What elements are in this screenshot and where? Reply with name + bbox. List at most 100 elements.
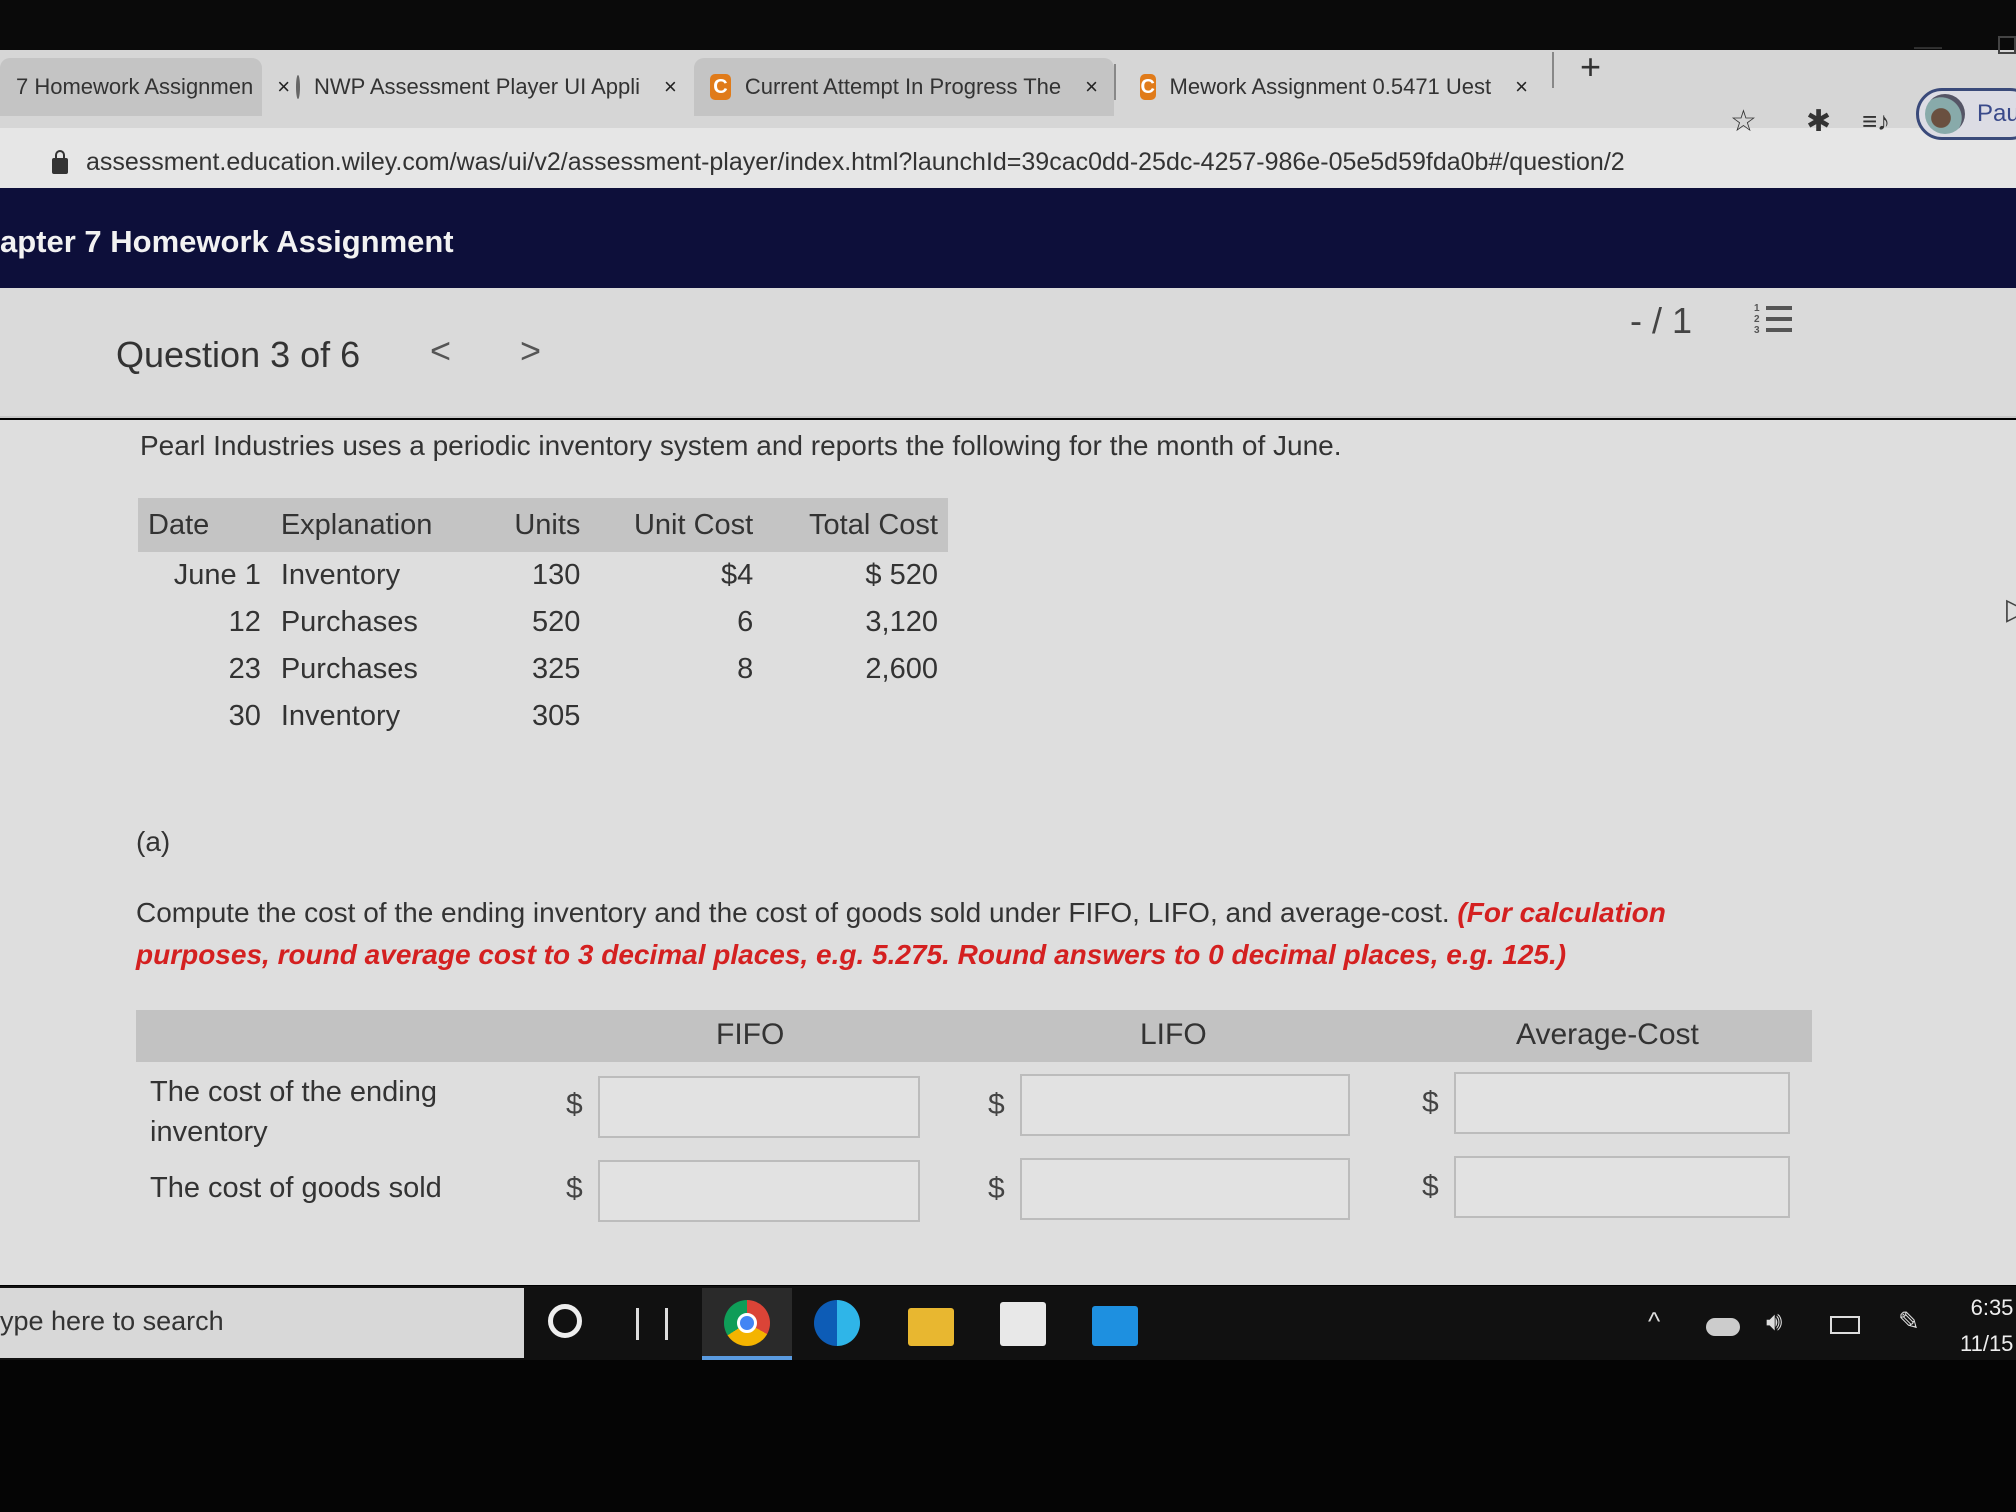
cell-total-cost: 2,600	[865, 653, 938, 685]
currency-symbol: $	[988, 1172, 1005, 1205]
col-header-lifo: LIFO	[1140, 1018, 1207, 1051]
question-list-icon[interactable]: 1 2 3	[1754, 302, 1792, 336]
lifo-ending-inventory-input[interactable]	[1020, 1074, 1350, 1136]
screen-bezel	[0, 1360, 2016, 1512]
table-header-row: Date Explanation Units Unit Cost Total C…	[138, 498, 948, 552]
table-row: June 1 Inventory 130 $4 $ 520	[138, 552, 948, 599]
profile-button[interactable]: Paus	[1916, 88, 2016, 140]
new-tab-button[interactable]: +	[1580, 46, 1601, 88]
close-icon[interactable]: ×	[664, 74, 677, 100]
cell-units: 305	[532, 700, 581, 732]
currency-symbol: $	[988, 1088, 1005, 1121]
tab-separator	[1552, 52, 1554, 88]
search-placeholder: ype here to search	[0, 1306, 224, 1336]
restore-button[interactable]	[1998, 36, 2016, 54]
tab-label: NWP Assessment Player UI Appli	[314, 74, 641, 99]
show-hidden-icons-chevron-icon[interactable]: ^	[1648, 1306, 1660, 1337]
cell-date: June 1	[173, 559, 261, 591]
part-label: (a)	[136, 826, 171, 857]
col-header-units: Units	[483, 498, 591, 552]
row-label-cost-of-goods-sold: The cost of goods sold	[150, 1172, 442, 1204]
onedrive-cloud-icon[interactable]	[1706, 1318, 1740, 1336]
pen-workspace-icon[interactable]: ✎	[1898, 1306, 1920, 1337]
col-header-fifo: FIFO	[716, 1018, 785, 1051]
col-header-explanation: Explanation	[270, 498, 484, 552]
extensions-icon[interactable]: ✱	[1806, 104, 1831, 139]
fifo-cogs-input[interactable]	[598, 1160, 920, 1222]
average-cost-cogs-input[interactable]	[1454, 1156, 1790, 1218]
media-control-icon[interactable]: ≡♪	[1862, 106, 1890, 137]
cell-unit-cost: 6	[737, 606, 754, 638]
cell-explanation: Inventory	[280, 559, 401, 591]
system-clock[interactable]: 6:35 11/15	[1960, 1290, 2013, 1362]
clock-date: 11/15	[1960, 1331, 2014, 1356]
instruction-text: Compute the cost of the ending inventory…	[136, 892, 1776, 976]
tab-separator	[1114, 64, 1116, 100]
microsoft-store-icon[interactable]	[1000, 1302, 1046, 1346]
cell-unit-cost: 8	[737, 653, 754, 685]
cell-unit-cost: $4	[720, 559, 754, 591]
inventory-data-table: Date Explanation Units Unit Cost Total C…	[138, 498, 948, 740]
currency-symbol: $	[1422, 1086, 1439, 1119]
c-logo-icon: C	[710, 74, 731, 100]
profile-label: Paus	[1977, 100, 2016, 127]
cell-explanation: Purchases	[280, 653, 418, 685]
cell-units: 325	[532, 653, 581, 685]
next-question-button[interactable]: >	[520, 330, 541, 372]
fifo-ending-inventory-input[interactable]	[598, 1076, 920, 1138]
tab-label: Mework Assignment 0.5471 Uest	[1169, 74, 1492, 99]
task-view-icon[interactable]	[636, 1308, 668, 1340]
answer-table-header: FIFO LIFO Average-Cost	[136, 1010, 1812, 1062]
currency-symbol: $	[1422, 1170, 1439, 1203]
currency-symbol: $	[566, 1088, 583, 1121]
file-explorer-icon[interactable]	[908, 1308, 954, 1346]
col-header-average-cost: Average-Cost	[1516, 1018, 1699, 1051]
close-icon[interactable]: ×	[1085, 74, 1098, 100]
table-row: 30 Inventory 305	[138, 693, 948, 740]
tab-current-attempt[interactable]: C Current Attempt In Progress The ×	[694, 58, 1114, 116]
chrome-icon	[724, 1300, 770, 1346]
bookmark-star-icon[interactable]: ☆	[1730, 104, 1757, 139]
cell-total-cost	[763, 693, 948, 740]
cortana-icon[interactable]	[548, 1304, 582, 1338]
score-display: - / 1	[1630, 300, 1693, 341]
volume-icon[interactable]: 🔊︎	[1766, 1306, 1782, 1338]
cell-date: 12	[228, 606, 261, 638]
battery-icon[interactable]	[1830, 1316, 1860, 1334]
tab-mework-assignment[interactable]: C Mework Assignment 0.5471 Uest ×	[1124, 58, 1544, 116]
question-counter: Question 3 of 6	[116, 334, 361, 375]
cell-explanation: Inventory	[280, 700, 401, 732]
tab-label: Current Attempt In Progress The	[744, 74, 1062, 99]
assignment-title: apter 7 Homework Assignment	[0, 224, 454, 259]
mail-icon[interactable]	[1092, 1306, 1138, 1346]
col-header-total-cost: Total Cost	[763, 498, 948, 552]
globe-icon	[296, 75, 300, 99]
close-icon[interactable]: ×	[1515, 74, 1528, 100]
cell-unit-cost	[590, 693, 763, 740]
c-logo-icon: C	[1140, 74, 1156, 100]
cell-total-cost: 3,120	[865, 606, 938, 638]
table-row: 12 Purchases 520 6 3,120	[138, 599, 948, 646]
cell-units: 130	[532, 559, 581, 591]
cell-date: 30	[228, 700, 261, 732]
row-label-ending-inventory: The cost of the ending inventory	[150, 1076, 437, 1148]
cell-total-cost: $ 520	[865, 559, 938, 591]
lifo-cogs-input[interactable]	[1020, 1158, 1350, 1220]
url-text[interactable]: assessment.education.wiley.com/was/ui/v2…	[86, 148, 1625, 177]
cell-units: 520	[532, 606, 581, 638]
minimize-button[interactable]: —	[1914, 30, 1942, 62]
avatar	[1925, 94, 1965, 134]
taskbar-search-box[interactable]: ype here to search	[0, 1288, 524, 1358]
currency-symbol: $	[566, 1172, 583, 1205]
edge-icon[interactable]	[814, 1300, 860, 1346]
side-panel-toggle-icon[interactable]: ▷	[2006, 592, 2016, 627]
cell-explanation: Purchases	[280, 606, 418, 638]
tab-nwp-assessment-player[interactable]: NWP Assessment Player UI Appli ×	[280, 58, 680, 116]
tab-homework-assignment[interactable]: 7 Homework Assignmen ×	[0, 58, 290, 116]
previous-question-button[interactable]: <	[430, 330, 451, 372]
table-row: 23 Purchases 325 8 2,600	[138, 646, 948, 693]
lock-icon	[52, 150, 68, 174]
tab-label: 7 Homework Assignmen	[16, 74, 254, 99]
average-cost-ending-inventory-input[interactable]	[1454, 1072, 1790, 1134]
col-header-date: Date	[138, 498, 271, 552]
